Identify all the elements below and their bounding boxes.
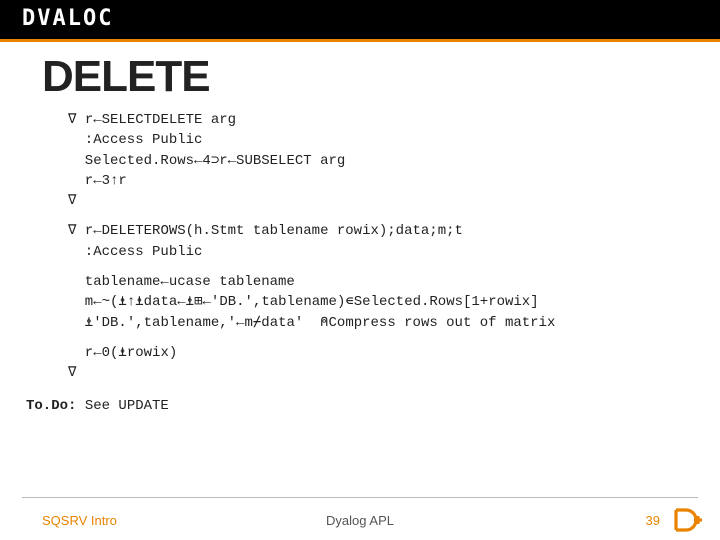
code-line: ∇ [68,193,76,209]
code-line: :Access Public [68,132,202,148]
header-bar: DVALOC [0,0,720,42]
code-line: ∇ [68,365,76,381]
code-line: m←~(⍎↑⍎data←⍎⊞←'DB.',tablename)∊Selected… [68,294,539,310]
slide: DVALOC DELETE ∇ r←SELECTDELETE arg :Acce… [0,0,720,540]
footer-divider [22,497,698,498]
footer: SQSRV Intro Dyalog APL 39 [0,500,720,540]
code-line: r←3↑r [68,173,127,189]
todo-text: See UPDATE [76,398,168,414]
code-line: ∇ r←SELECTDELETE arg [68,112,236,128]
brand-logo: DVALOC [22,6,113,31]
footer-center: Dyalog APL [0,513,720,528]
code-line: tablename←ucase tablename [68,274,295,290]
todo-line: To.Do: See UPDATE [26,398,720,414]
code-line: r←0(⍎rowix) [68,345,177,361]
footer-page-number: 39 [646,513,660,528]
todo-label: To.Do: [26,398,76,414]
code-line: ∇ r←DELETEROWS(h.Stmt tablename rowix);d… [68,223,463,239]
page-title: DELETE [42,52,720,102]
code-line: Selected.Rows←4⊃r←SUBSELECT arg [68,153,345,169]
code-block: ∇ r←SELECTDELETE arg :Access Public Sele… [68,110,700,384]
code-line: :Access Public [68,244,202,260]
code-line: ⍎'DB.',tablename,'←m⌿data' ⍝Compress row… [68,315,555,331]
footer-logo-icon [672,506,702,534]
